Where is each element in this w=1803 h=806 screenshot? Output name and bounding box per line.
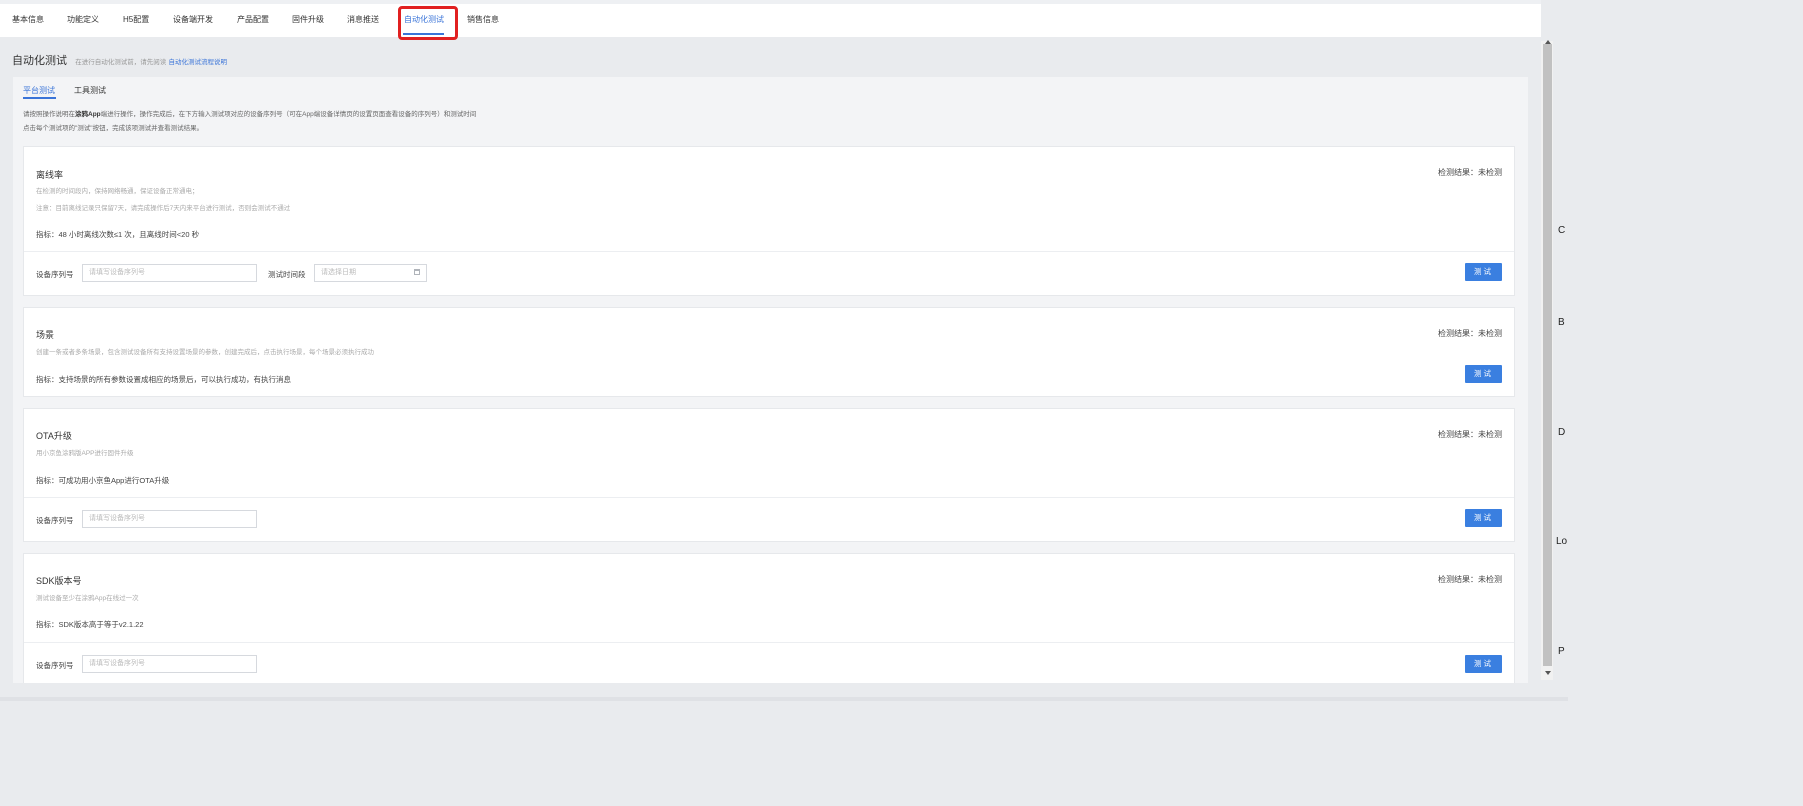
right-edge-fragment: B (1558, 317, 1565, 328)
instruction-app-name: 涂鸦App (75, 111, 101, 118)
serial-number-label: 设备序列号 (36, 516, 74, 525)
card-title: OTA升级 (36, 431, 72, 441)
card-result: 检测结果：未检测 (1438, 575, 1502, 584)
card-divider (24, 497, 1514, 498)
serial-number-label: 设备序列号 (36, 661, 74, 670)
subtab-platform-test[interactable]: 平台测试 (23, 85, 55, 96)
date-picker-placeholder: 请选择日期 (321, 269, 356, 276)
tab-device-development[interactable]: 设备端开发 (173, 14, 213, 25)
test-button[interactable]: 测试 (1465, 365, 1502, 383)
card-metric: 指标：支持场景的所有参数设置成相应的场景后，可以执行成功，有执行消息 (36, 375, 291, 384)
test-time-label: 测试时间段 (268, 270, 306, 279)
card-metric: 指标：SDK版本高于等于v2.1.22 (36, 620, 144, 629)
test-button[interactable]: 测试 (1465, 263, 1502, 281)
card-description: 创建一条或者多条场景，包含测试设备所有支持设置场景的参数，创建完成后，点击执行场… (36, 349, 374, 356)
instruction-text: 端进行操作，操作完成后，在下方输入测试项对应的设备序列号（可在App端设备详情页… (100, 111, 477, 118)
card-divider (24, 251, 1514, 252)
scroll-down-arrow-icon[interactable] (1545, 671, 1551, 675)
test-card-offline-rate: 离线率 检测结果：未检测 在检测的时间段内，保持网络畅通，保证设备正常通电； 注… (23, 146, 1515, 296)
card-result: 检测结果：未检测 (1438, 430, 1502, 439)
test-button[interactable]: 测试 (1465, 655, 1502, 673)
instruction-line-2: 点击每个测试项的"测试"按钮，完成该项测试并查看测试结果。 (23, 125, 204, 132)
test-card-sdk-version: SDK版本号 检测结果：未检测 测试设备至少在涂鸦App在线过一次 指标：SDK… (23, 553, 1515, 683)
tab-function-definition[interactable]: 功能定义 (67, 14, 99, 25)
top-tab-bar: 基本信息 功能定义 H5配置 设备端开发 产品配置 固件升级 消息推送 自动化测… (0, 0, 1541, 37)
vertical-scrollbar[interactable] (1541, 40, 1553, 680)
date-picker-input[interactable]: 请选择日期 (314, 264, 427, 282)
tab-basic-info[interactable]: 基本信息 (12, 14, 44, 25)
serial-number-input[interactable]: 请填写设备序列号 (82, 655, 257, 673)
test-card-ota-upgrade: OTA升级 检测结果：未检测 用小京鱼涂鸦版APP进行固件升级 指标：可成功用小… (23, 408, 1515, 542)
serial-number-input[interactable]: 请填写设备序列号 (82, 510, 257, 528)
serial-number-input[interactable]: 请填写设备序列号 (82, 264, 257, 282)
right-edge-fragment: Lo (1556, 536, 1568, 547)
page-note: 在进行自动化测试前，请先阅读 (75, 59, 167, 66)
test-button[interactable]: 测试 (1465, 509, 1502, 527)
tab-product-config[interactable]: 产品配置 (237, 14, 269, 25)
active-subtab-indicator (23, 97, 56, 99)
card-description: 用小京鱼涂鸦版APP进行固件升级 (36, 450, 134, 457)
test-card-scene: 场景 检测结果：未检测 创建一条或者多条场景，包含测试设备所有支持设置场景的参数… (23, 307, 1515, 397)
right-edge-fragment: D (1558, 427, 1566, 438)
scrollbar-thumb[interactable] (1543, 44, 1552, 666)
card-divider (24, 642, 1514, 643)
card-title: SDK版本号 (36, 576, 82, 586)
testing-guide-link[interactable]: 自动化测试流程说明 (168, 59, 227, 66)
card-metric: 指标：可成功用小京鱼App进行OTA升级 (36, 476, 170, 485)
page-header: 自动化测试 在进行自动化测试前，请先阅读 自动化测试流程说明 (12, 52, 227, 68)
calendar-icon (414, 269, 420, 275)
page-title: 自动化测试 (12, 55, 67, 67)
tab-message-push[interactable]: 消息推送 (347, 14, 379, 25)
instruction-text: 请按照操作说明在 (23, 111, 75, 118)
card-result: 检测结果：未检测 (1438, 329, 1502, 338)
red-highlight-box (398, 6, 458, 40)
card-metric: 指标：48 小时离线次数≤1 次，且离线时间<20 秒 (36, 230, 200, 239)
tab-sales-info[interactable]: 销售信息 (467, 14, 499, 25)
right-edge-fragment: C (1558, 225, 1566, 236)
card-description: 在检测的时间段内，保持网络畅通，保证设备正常通电； (36, 188, 199, 195)
instruction-line-1: 请按照操作说明在涂鸦App端进行操作，操作完成后，在下方输入测试项对应的设备序列… (23, 108, 476, 118)
testing-panel: 平台测试 工具测试 请按照操作说明在涂鸦App端进行操作，操作完成后，在下方输入… (13, 77, 1528, 683)
tab-firmware-upgrade[interactable]: 固件升级 (292, 14, 324, 25)
tab-h5-config[interactable]: H5配置 (123, 14, 149, 25)
serial-number-label: 设备序列号 (36, 270, 74, 279)
card-description: 测试设备至少在涂鸦App在线过一次 (36, 595, 139, 602)
card-title: 离线率 (36, 170, 64, 180)
card-result: 检测结果：未检测 (1438, 168, 1502, 177)
bottom-edge (0, 697, 1568, 701)
right-edge-fragment: P (1558, 646, 1565, 657)
card-title: 场景 (36, 330, 55, 340)
card-notice: 注意：目前离线记录只保留7天，请完成操作后7天内来平台进行测试，否则会测试不通过 (36, 205, 291, 212)
subtab-tool-test[interactable]: 工具测试 (74, 85, 106, 96)
